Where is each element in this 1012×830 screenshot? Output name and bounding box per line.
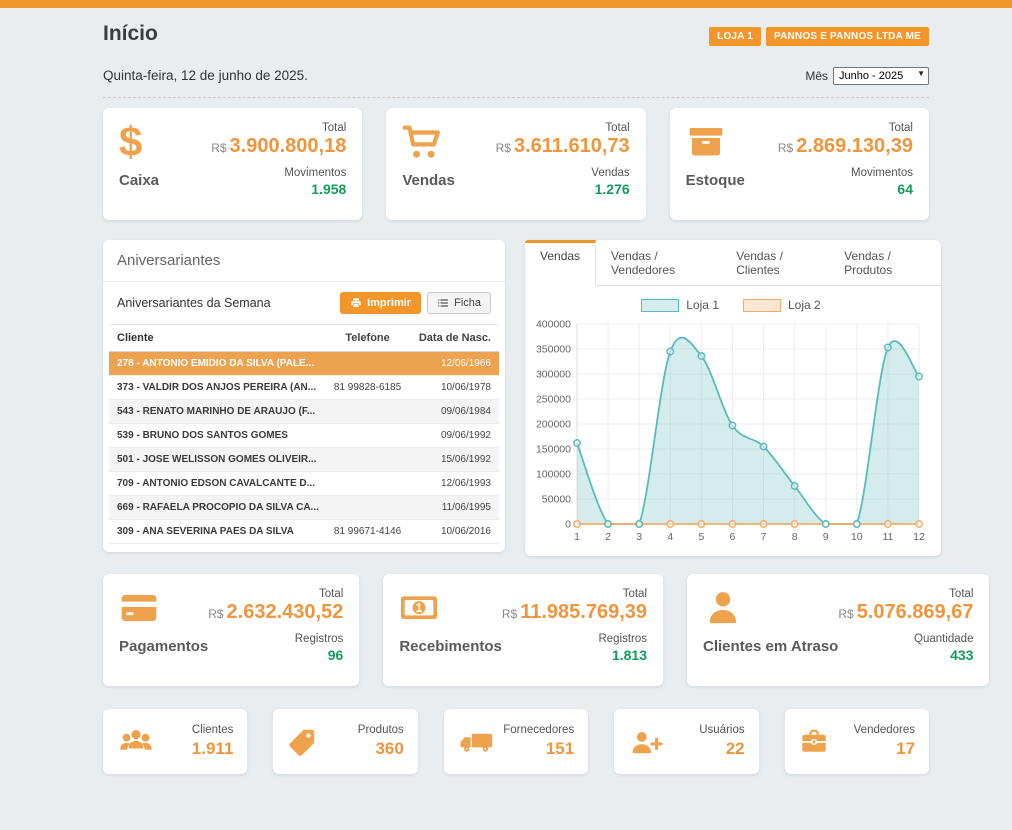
user-plus-icon [628, 727, 664, 756]
top-accent-bar [0, 0, 1012, 8]
loja1-swatch [641, 299, 679, 312]
clientes-atraso-card: Clientes em Atraso Total R$5.076.869,67 … [687, 574, 989, 686]
svg-text:50000: 50000 [542, 494, 571, 506]
produtos-mini-card: Produtos 360 [273, 709, 417, 774]
card-label: Vendas [402, 172, 455, 189]
dollar-icon: $ [119, 122, 142, 162]
tag-icon [287, 727, 317, 757]
current-date: Quinta-feira, 12 de junho de 2025. [103, 68, 308, 83]
tab-vendas[interactable]: Vendas [525, 240, 596, 286]
svg-text:9: 9 [823, 531, 829, 543]
card-label: Caixa [119, 172, 159, 189]
chart-legend: Loja 1 Loja 2 [533, 298, 929, 312]
vendedores-mini-card: Vendedores 17 [785, 709, 929, 774]
birthdays-panel-title: Aniversariantes [103, 240, 505, 282]
svg-text:7: 7 [761, 531, 767, 543]
table-row[interactable]: 669 - RAFAELA PROCOPIO DA SILVA CA... 11… [109, 496, 499, 520]
mini-stat-cards: Clientes 1.911 Produtos 360 Fornecedor [103, 709, 929, 774]
svg-text:1: 1 [416, 601, 423, 615]
briefcase-icon [799, 727, 829, 757]
table-row[interactable]: 373 - VALDIR DOS ANJOS PEREIRA (AN... 81… [109, 376, 499, 400]
svg-text:250000: 250000 [536, 394, 571, 406]
list-icon [437, 297, 449, 309]
usuarios-mini-card: Usuários 22 [614, 709, 758, 774]
cart-icon [402, 122, 444, 164]
printer-icon [350, 297, 362, 309]
month-picker: Mês Junho - 2025 ▼ [805, 66, 929, 85]
estoque-card: Estoque Total R$2.869.130,39 Movimentos … [670, 108, 929, 220]
svg-text:6: 6 [730, 531, 736, 543]
total-amount: R$3.900.800,18 [211, 134, 346, 159]
box-icon [686, 122, 726, 162]
credit-card-icon [119, 588, 159, 628]
count-label: Movimentos [211, 167, 346, 179]
birthdays-panel: Aniversariantes Aniversariantes da Seman… [103, 240, 505, 552]
birthdays-table: Cliente Telefone Data de Nasc. 278 - ANT… [109, 324, 499, 544]
users-icon [117, 726, 155, 757]
svg-text:2: 2 [605, 531, 611, 543]
truck-icon [458, 727, 494, 756]
month-select[interactable]: Junho - 2025 [833, 67, 929, 85]
money-bill-icon: 1 [399, 588, 439, 628]
tab-vendas-clientes[interactable]: Vendas / Clientes [721, 240, 829, 285]
table-row[interactable]: 543 - RENATO MARINHO DE ARAUJO (F... 09/… [109, 400, 499, 424]
table-header: Cliente Telefone Data de Nasc. [109, 324, 499, 352]
tab-vendas-vendedores[interactable]: Vendas / Vendedores [596, 240, 721, 285]
svg-text:5: 5 [698, 531, 704, 543]
svg-text:150000: 150000 [536, 444, 571, 456]
table-row[interactable]: 309 - ANA SEVERINA PAES DA SILVA 81 9967… [109, 520, 499, 544]
svg-text:3: 3 [636, 531, 642, 543]
print-button[interactable]: Imprimir [340, 292, 421, 314]
table-row[interactable]: 539 - BRUNO DOS SANTOS GOMES 09/06/1992 [109, 424, 499, 448]
vendas-card: Vendas Total R$3.611.610,73 Vendas 1.276 [386, 108, 645, 220]
count-value: 1.958 [211, 181, 346, 197]
svg-text:1: 1 [574, 531, 580, 543]
sales-chart-panel: Vendas Vendas / Vendedores Vendas / Clie… [525, 240, 941, 556]
company-button[interactable]: PANNOS E PANNOS LTDA ME [766, 27, 929, 46]
top-stat-cards: $ Caixa Total R$3.900.800,18 Movimentos … [103, 108, 929, 220]
svg-text:350000: 350000 [536, 344, 571, 356]
sales-tabs: Vendas Vendas / Vendedores Vendas / Clie… [525, 240, 941, 286]
loja2-swatch [743, 299, 781, 312]
svg-text:10: 10 [851, 531, 863, 543]
birthdays-subtitle: Aniversariantes da Semana [117, 296, 271, 310]
tab-vendas-produtos[interactable]: Vendas / Produtos [829, 240, 941, 285]
table-row[interactable]: 501 - JOSE WELISSON GOMES OLIVEIR... 15/… [109, 448, 499, 472]
svg-text:11: 11 [882, 531, 893, 543]
bottom-stat-cards: Pagamentos Total R$2.632.430,52 Registro… [103, 574, 929, 686]
ficha-button[interactable]: Ficha [427, 292, 491, 314]
pagamentos-card: Pagamentos Total R$2.632.430,52 Registro… [103, 574, 359, 686]
month-label: Mês [805, 69, 828, 83]
svg-text:200000: 200000 [536, 419, 571, 431]
table-row[interactable]: 709 - ANTONIO EDSON CAVALCANTE D... 12/0… [109, 472, 499, 496]
sales-area-chart: 1234567891011120500001000001500002000002… [533, 316, 929, 550]
total-label: Total [211, 122, 346, 134]
store-button[interactable]: LOJA 1 [709, 27, 761, 46]
svg-text:8: 8 [792, 531, 798, 543]
svg-text:100000: 100000 [536, 469, 571, 481]
svg-text:12: 12 [913, 531, 925, 543]
svg-text:400000: 400000 [536, 319, 571, 331]
svg-text:300000: 300000 [536, 369, 571, 381]
recebimentos-card: 1 Recebimentos Total R$11.985.769,39 Reg… [383, 574, 663, 686]
user-icon [703, 588, 743, 628]
caixa-card: $ Caixa Total R$3.900.800,18 Movimentos … [103, 108, 362, 220]
svg-text:0: 0 [565, 519, 571, 531]
svg-text:4: 4 [667, 531, 673, 543]
clientes-mini-card: Clientes 1.911 [103, 709, 247, 774]
fornecedores-mini-card: Fornecedores 151 [444, 709, 588, 774]
table-row[interactable]: 278 - ANTONIO EMIDIO DA SILVA (PALE... 1… [109, 352, 499, 376]
page-header: Início LOJA 1 PANNOS E PANNOS LTDA ME Qu… [103, 8, 929, 98]
